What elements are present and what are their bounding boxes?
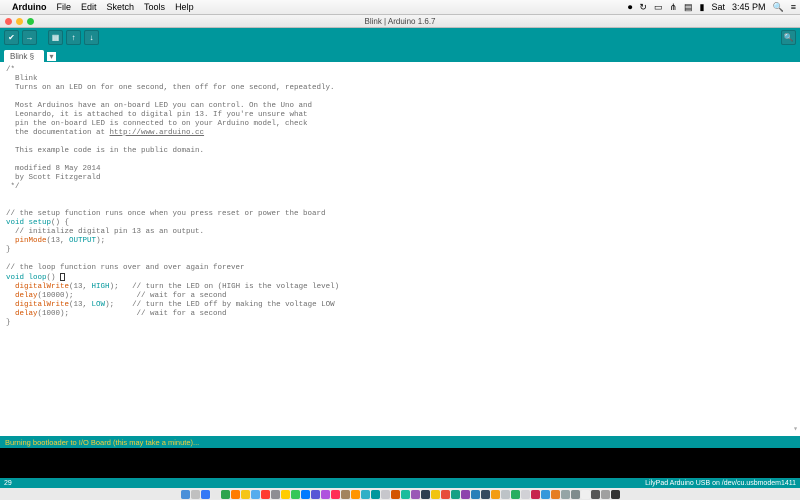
- dock-app-14[interactable]: [321, 490, 330, 499]
- dock-app-41[interactable]: [591, 490, 600, 499]
- upload-button[interactable]: →: [22, 30, 37, 45]
- macos-menubar: Arduino File Edit Sketch Tools Help ⏺ ↻ …: [0, 0, 800, 15]
- dock-app-42[interactable]: [601, 490, 610, 499]
- menu-help[interactable]: Help: [175, 2, 194, 12]
- dock-app-32[interactable]: [501, 490, 510, 499]
- menu-app[interactable]: Arduino: [12, 2, 47, 12]
- dock-app-39[interactable]: [571, 490, 580, 499]
- dock-app-43[interactable]: [611, 490, 620, 499]
- record-icon[interactable]: ⏺: [628, 2, 633, 13]
- dock-app-0[interactable]: [181, 490, 190, 499]
- dock-app-15[interactable]: [331, 490, 340, 499]
- dock-app-20[interactable]: [381, 490, 390, 499]
- dock-app-19[interactable]: [371, 490, 380, 499]
- battery-icon[interactable]: ▮: [700, 2, 705, 13]
- new-button[interactable]: ▦: [48, 30, 63, 45]
- dock-app-23[interactable]: [411, 490, 420, 499]
- tab-bar: Blink § ▾: [0, 46, 800, 62]
- zoom-button[interactable]: [27, 18, 34, 25]
- tab-menu-icon[interactable]: ▾: [47, 52, 56, 61]
- menu-icon[interactable]: ≡: [791, 2, 796, 12]
- dock-app-1[interactable]: [191, 490, 200, 499]
- console-output[interactable]: [0, 448, 800, 478]
- dock-app-26[interactable]: [441, 490, 450, 499]
- window-title: Blink | Arduino 1.6.7: [364, 17, 435, 26]
- scroll-down-icon[interactable]: ▾: [793, 425, 798, 434]
- dock-app-36[interactable]: [541, 490, 550, 499]
- tab-blink[interactable]: Blink § ▾: [4, 50, 44, 62]
- traffic-lights: [5, 18, 34, 25]
- status-bar: Burning bootloader to I/O Board (this ma…: [0, 436, 800, 448]
- board-info: LilyPad Arduino USB on /dev/cu.usbmodem1…: [645, 480, 796, 487]
- dock-app-18[interactable]: [361, 490, 370, 499]
- dock-app-33[interactable]: [511, 490, 520, 499]
- wifi-icon[interactable]: ⋔: [669, 2, 677, 13]
- dock-app-11[interactable]: [291, 490, 300, 499]
- dock-app-2[interactable]: [201, 490, 210, 499]
- dock-app-5[interactable]: [231, 490, 240, 499]
- dock-app-8[interactable]: [261, 490, 270, 499]
- dock-app-22[interactable]: [401, 490, 410, 499]
- spotlight-icon[interactable]: 🔍: [773, 2, 784, 13]
- menu-file[interactable]: File: [57, 2, 72, 12]
- arduino-toolbar: ✔ → ▦ ↑ ↓ 🔍: [0, 28, 800, 46]
- menu-edit[interactable]: Edit: [81, 2, 97, 12]
- dock-app-12[interactable]: [301, 490, 310, 499]
- dock-app-6[interactable]: [241, 490, 250, 499]
- dock-app-25[interactable]: [431, 490, 440, 499]
- dock-app-38[interactable]: [561, 490, 570, 499]
- save-button[interactable]: ↓: [84, 30, 99, 45]
- dock-app-27[interactable]: [451, 490, 460, 499]
- dock-app-9[interactable]: [271, 490, 280, 499]
- dock-app-40[interactable]: [581, 490, 590, 499]
- line-number: 29: [4, 480, 12, 487]
- dock-app-37[interactable]: [551, 490, 560, 499]
- dock-app-21[interactable]: [391, 490, 400, 499]
- menu-sketch[interactable]: Sketch: [107, 2, 135, 12]
- menubar-right: ⏺ ↻ ▭ ⋔ ▤ ▮ Sat 3:45 PM 🔍 ≡: [628, 2, 796, 13]
- status-message: Burning bootloader to I/O Board (this ma…: [5, 438, 199, 447]
- close-button[interactable]: [5, 18, 12, 25]
- serial-monitor-button[interactable]: 🔍: [781, 30, 796, 45]
- open-button[interactable]: ↑: [66, 30, 81, 45]
- tab-label: Blink §: [10, 52, 34, 61]
- dock-app-17[interactable]: [351, 490, 360, 499]
- dock-app-10[interactable]: [281, 490, 290, 499]
- dock-app-24[interactable]: [421, 490, 430, 499]
- dock-app-4[interactable]: [221, 490, 230, 499]
- dock-app-28[interactable]: [461, 490, 470, 499]
- flag-icon[interactable]: ▤: [684, 2, 693, 13]
- clock-day[interactable]: Sat: [711, 2, 725, 12]
- menu-tools[interactable]: Tools: [144, 2, 165, 12]
- code-editor[interactable]: /* Blink Turns on an LED on for one seco…: [0, 62, 800, 436]
- dock-app-30[interactable]: [481, 490, 490, 499]
- text-cursor: [60, 273, 65, 281]
- verify-button[interactable]: ✔: [4, 30, 19, 45]
- sync-icon[interactable]: ↻: [639, 2, 647, 13]
- clock-time[interactable]: 3:45 PM: [732, 2, 766, 12]
- dock-app-31[interactable]: [491, 490, 500, 499]
- dock-app-35[interactable]: [531, 490, 540, 499]
- dock-app-3[interactable]: [211, 490, 220, 499]
- macos-dock: [0, 488, 800, 500]
- dock-app-16[interactable]: [341, 490, 350, 499]
- dock-app-34[interactable]: [521, 490, 530, 499]
- display-icon[interactable]: ▭: [654, 2, 663, 13]
- dock-app-13[interactable]: [311, 490, 320, 499]
- footer-bar: 29 LilyPad Arduino USB on /dev/cu.usbmod…: [0, 478, 800, 488]
- dock-app-29[interactable]: [471, 490, 480, 499]
- window-titlebar: Blink | Arduino 1.6.7: [0, 15, 800, 28]
- dock-app-7[interactable]: [251, 490, 260, 499]
- minimize-button[interactable]: [16, 18, 23, 25]
